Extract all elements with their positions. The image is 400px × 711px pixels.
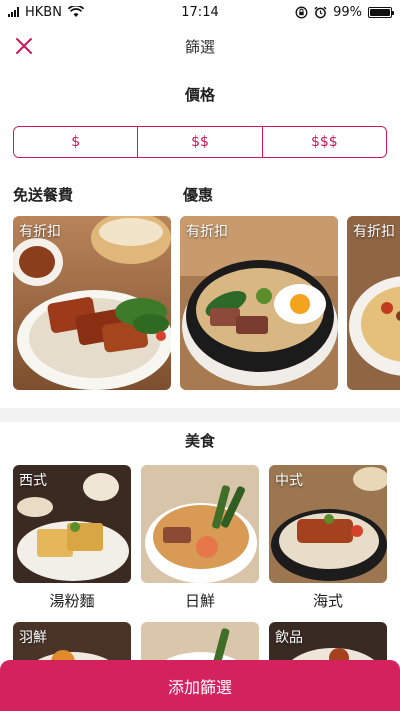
food-image bbox=[141, 622, 259, 660]
cuisine-card-chinese[interactable]: 中式 bbox=[269, 465, 387, 583]
apply-filter-button[interactable]: 添加篩選 bbox=[0, 660, 400, 711]
cuisine-section: 美食 西式 湯粉麵 日鮮 中式 海式 羽鮮 飲品 bbox=[0, 422, 400, 660]
filter-content[interactable]: 價格 $ $$ $$$ 免送餐費 優惠 有折扣 有折扣 有折扣 美食 西式 湯粉… bbox=[0, 68, 400, 660]
page-title: 篩選 bbox=[184, 37, 215, 56]
price-selector: $ $$ $$$ bbox=[13, 126, 387, 158]
promotions-label: 優惠 bbox=[183, 186, 214, 204]
cuisine-name: 海式 bbox=[312, 592, 343, 610]
cuisine-title: 美食 bbox=[184, 432, 215, 450]
free-delivery-label[interactable]: 免送餐費 bbox=[13, 184, 73, 205]
header: 篩選 bbox=[0, 24, 400, 68]
cuisine-card-western[interactable]: 西式 bbox=[13, 465, 131, 583]
cuisine-badge: 羽鮮 bbox=[19, 630, 47, 646]
cuisine-card-noodles[interactable] bbox=[141, 622, 259, 660]
cuisine-card-seafood[interactable]: 羽鮮 bbox=[13, 622, 131, 660]
cuisine-badge bbox=[141, 622, 153, 632]
alarm-icon bbox=[314, 6, 327, 18]
food-image bbox=[141, 465, 259, 583]
status-right: 99% bbox=[295, 4, 394, 20]
status-left: HKBN bbox=[8, 5, 84, 20]
cuisine-badge: 西式 bbox=[19, 473, 47, 489]
status-bar: HKBN 17:14 99% bbox=[0, 0, 400, 24]
price-option-high[interactable]: $$$ bbox=[261, 127, 386, 157]
promo-card-pork-rice[interactable]: 有折扣 bbox=[13, 216, 171, 390]
section-divider bbox=[0, 408, 400, 422]
close-button[interactable] bbox=[10, 32, 38, 60]
cuisine-card-ramen[interactable] bbox=[141, 465, 259, 583]
promotions-area: 免送餐費 優惠 有折扣 有折扣 有折扣 bbox=[0, 178, 400, 408]
battery-level bbox=[370, 8, 390, 16]
discount-badge: 有折扣 bbox=[19, 224, 61, 240]
discount-badge: 有折扣 bbox=[353, 224, 395, 240]
promo-card-pasta[interactable]: 有折扣 bbox=[347, 216, 400, 390]
cuisine-badge bbox=[141, 465, 153, 475]
promo-card-ramen[interactable]: 有折扣 bbox=[180, 216, 338, 390]
battery-percent: 99% bbox=[333, 4, 362, 20]
rotation-lock-icon bbox=[295, 6, 308, 18]
cuisine-badge: 中式 bbox=[275, 473, 303, 489]
price-option-mid[interactable]: $$ bbox=[137, 127, 262, 157]
carrier-label: HKBN bbox=[25, 4, 62, 20]
price-section: 價格 $ $$ $$$ bbox=[0, 68, 400, 178]
battery-icon bbox=[368, 6, 394, 18]
cuisine-card-drinks[interactable]: 飲品 bbox=[269, 622, 387, 660]
cuisine-badge: 飲品 bbox=[275, 630, 303, 646]
price-option-low[interactable]: $ bbox=[14, 127, 138, 157]
wifi-icon bbox=[67, 6, 84, 17]
cuisine-name: 湯粉麵 bbox=[49, 592, 95, 610]
cuisine-name: 日鮮 bbox=[184, 592, 215, 610]
discount-badge: 有折扣 bbox=[186, 224, 228, 240]
close-icon bbox=[16, 38, 32, 54]
signal-icon bbox=[8, 7, 19, 17]
price-title: 價格 bbox=[184, 86, 215, 104]
